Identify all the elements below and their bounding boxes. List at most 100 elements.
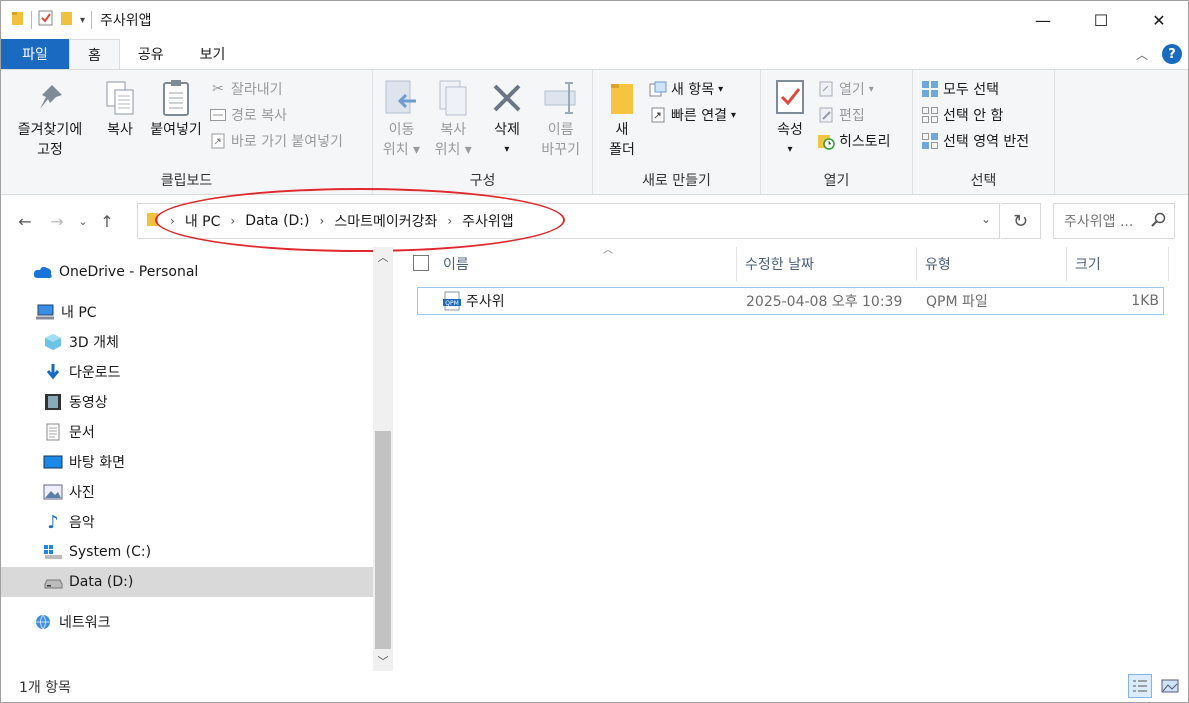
file-name: 주사위 <box>466 294 505 310</box>
breadcrumb-smartmaker[interactable]: 스마트메이커강좌 <box>334 211 437 231</box>
column-header-modified[interactable]: 수정한 날짜 <box>737 247 917 281</box>
delete-button[interactable]: 삭제 ▾ <box>483 78 532 160</box>
folder-icon <box>11 10 25 30</box>
column-header-name[interactable]: ︿ 이름 <box>435 245 737 281</box>
nav-item-data-d[interactable]: Data (D:) <box>1 567 373 597</box>
chevron-right-icon[interactable]: › <box>320 214 325 228</box>
large-icons-view-icon[interactable] <box>1158 674 1182 698</box>
back-arrow-icon[interactable]: ← <box>9 212 41 231</box>
scissors-icon: ✂ <box>212 81 224 97</box>
details-view-icon[interactable] <box>1128 674 1152 698</box>
scroll-thumb[interactable] <box>375 431 391 649</box>
forward-arrow-icon[interactable]: → <box>41 212 73 231</box>
properties-dropdown-icon[interactable]: ▾ <box>787 140 792 160</box>
new-item-button[interactable]: 새 항목 ▾ <box>649 78 736 100</box>
nav-item-downloads[interactable]: 다운로드 <box>1 357 373 387</box>
table-row[interactable]: QPM 주사위 2025-04-08 오후 10:39 QPM 파일 1KB <box>417 287 1164 315</box>
up-arrow-icon[interactable]: ↑ <box>93 212 121 231</box>
picture-icon <box>43 482 63 502</box>
address-bar[interactable]: › 내 PC › Data (D:) › 스마트메이커강좌 › 주사위앱 ⌄ <box>137 203 1000 239</box>
nav-item-system-c[interactable]: System (C:) <box>1 537 373 567</box>
nav-label: 다운로드 <box>69 365 121 381</box>
chevron-right-icon[interactable]: › <box>170 214 175 228</box>
copy-to-button[interactable]: 복사 위치 ▾ <box>426 78 481 160</box>
properties-button[interactable]: 속성 ▾ <box>765 78 815 160</box>
recent-locations-icon[interactable]: ⌄ <box>73 215 93 228</box>
qat-dropdown-icon[interactable]: ▾ <box>80 15 85 26</box>
nav-item-onedrive[interactable]: OneDrive - Personal <box>1 257 373 287</box>
folder-icon <box>146 211 160 231</box>
edit-button[interactable]: 편집 <box>817 104 891 126</box>
tab-home[interactable]: 홈 <box>69 39 120 69</box>
nav-label: 네트워크 <box>59 615 111 631</box>
edit-pencil-icon <box>817 106 835 124</box>
select-none-label: 선택 안 함 <box>943 108 1004 124</box>
select-none-button[interactable]: 선택 안 함 <box>921 104 1029 126</box>
maximize-button[interactable]: ☐ <box>1072 1 1130 39</box>
clipboard-small-buttons: ✂ 잘라내기 경로 복사 바로 가기 붙여넣기 <box>209 78 343 152</box>
invert-selection-label: 선택 영역 반전 <box>943 134 1030 150</box>
chevron-right-icon[interactable]: › <box>447 214 452 228</box>
copy-button[interactable]: 복사 <box>97 78 143 140</box>
close-button[interactable]: ✕ <box>1130 1 1188 39</box>
music-icon: ♪ <box>47 511 59 533</box>
organize-group-label: 구성 <box>469 173 496 189</box>
scroll-up-icon[interactable]: ︿ <box>373 247 393 267</box>
nav-item-desktop[interactable]: 바탕 화면 <box>1 447 373 477</box>
pin-to-quick-access-button[interactable]: 즐겨찾기에 고정 <box>5 78 95 160</box>
refresh-icon[interactable]: ↻ <box>1001 203 1041 239</box>
address-dropdown-icon[interactable]: ⌄ <box>981 212 991 226</box>
nav-item-network[interactable]: 네트워크 <box>1 607 373 637</box>
new-group-label: 새로 만들기 <box>642 173 711 189</box>
chevron-right-icon[interactable]: › <box>230 214 235 228</box>
rename-button[interactable]: 이름 바꾸기 <box>533 78 588 160</box>
cut-button[interactable]: ✂ 잘라내기 <box>209 78 343 100</box>
move-to-icon <box>383 78 419 118</box>
column-size-label: 크기 <box>1075 257 1101 273</box>
organize-group: 이동 위치 ▾ 복사 위치 ▾ 삭제 ▾ 이름 바꾸기 구성 <box>373 70 593 194</box>
ribbon-tabs: 파일 홈 공유 보기 ︿ ? <box>1 39 1188 69</box>
easy-access-button[interactable]: 빠른 연결 ▾ <box>649 104 736 126</box>
new-folder-icon[interactable] <box>60 10 74 30</box>
nav-item-this-pc[interactable]: 내 PC <box>1 297 373 327</box>
copy-path-button[interactable]: 경로 복사 <box>209 104 343 126</box>
select-all-checkbox[interactable] <box>413 255 429 271</box>
open-label: 열기 <box>839 82 865 98</box>
nav-item-pictures[interactable]: 사진 <box>1 477 373 507</box>
column-header-size[interactable]: 크기 <box>1067 247 1169 281</box>
paste-shortcut-button[interactable]: 바로 가기 붙여넣기 <box>209 130 343 152</box>
breadcrumb-data-drive[interactable]: Data (D:) <box>245 213 309 229</box>
item-count: 1개 항목 <box>19 679 71 696</box>
nav-item-videos[interactable]: 동영상 <box>1 387 373 417</box>
tab-file[interactable]: 파일 <box>1 39 69 69</box>
tab-view[interactable]: 보기 <box>182 39 244 69</box>
nav-scrollbar[interactable]: ︿ ﹀ <box>373 247 393 671</box>
help-icon[interactable]: ? <box>1162 44 1182 64</box>
new-folder-button[interactable]: 새 폴더 <box>597 78 647 160</box>
file-modified: 2025-04-08 오후 10:39 <box>746 294 903 310</box>
ribbon-collapse-icon[interactable]: ︿ <box>1136 46 1148 63</box>
history-button[interactable]: 히스토리 <box>817 130 891 152</box>
select-all-icon <box>921 80 939 98</box>
open-button[interactable]: 열기 ▾ <box>817 78 891 100</box>
paste-label: 붙여넣기 <box>150 122 202 138</box>
breadcrumb-this-pc[interactable]: 내 PC <box>185 211 221 231</box>
move-to-button[interactable]: 이동 위치 ▾ <box>379 78 424 160</box>
invert-selection-button[interactable]: 선택 영역 반전 <box>921 130 1029 152</box>
nav-label: 내 PC <box>61 305 97 321</box>
breadcrumb-dice-app[interactable]: 주사위앱 <box>462 211 514 231</box>
minimize-button[interactable]: — <box>1014 1 1072 39</box>
properties-icon[interactable] <box>38 10 54 30</box>
nav-item-3d-objects[interactable]: 3D 개체 <box>1 327 373 357</box>
nav-item-music[interactable]: ♪ 음악 <box>1 507 373 537</box>
nav-label: 바탕 화면 <box>69 455 125 471</box>
nav-item-documents[interactable]: 문서 <box>1 417 373 447</box>
drive-icon <box>43 572 63 592</box>
select-all-button[interactable]: 모두 선택 <box>921 78 1029 100</box>
scroll-down-icon[interactable]: ﹀ <box>373 651 393 671</box>
tab-share[interactable]: 공유 <box>120 39 182 69</box>
paste-button[interactable]: 붙여넣기 <box>145 78 207 140</box>
column-header-type[interactable]: 유형 <box>917 247 1067 281</box>
search-box[interactable]: 주사위앱 ... <box>1053 203 1175 239</box>
delete-dropdown-icon[interactable]: ▾ <box>504 140 509 160</box>
